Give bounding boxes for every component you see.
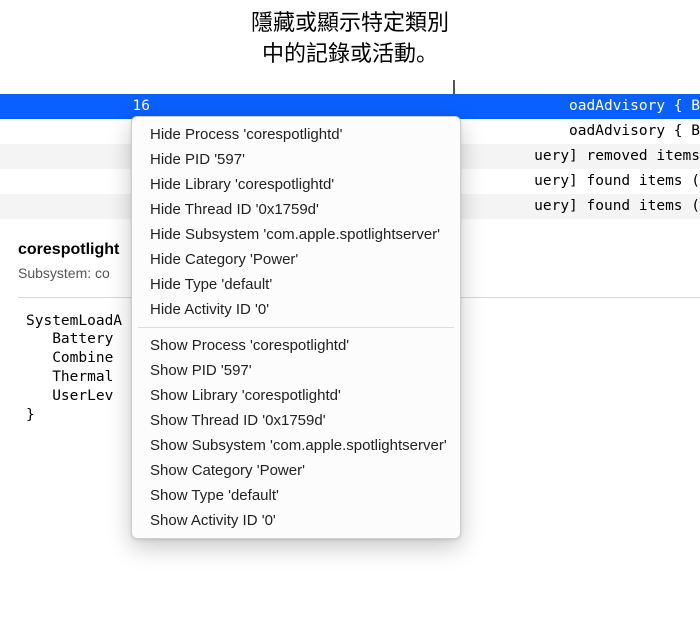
log-message-fragment: uery] removed items [524,148,700,164]
context-menu: Hide Process 'corespotlightd' Hide PID '… [131,116,461,539]
menu-show-library[interactable]: Show Library 'corespotlightd' [132,383,460,408]
annotation-line-2: 中的記錄或活動。 [262,41,438,66]
log-message-fragment: uery] found items ( [524,173,700,189]
menu-show-category[interactable]: Show Category 'Power' [132,458,460,483]
menu-hide-subsystem[interactable]: Hide Subsystem 'com.apple.spotlightserve… [132,222,460,247]
menu-hide-library[interactable]: Hide Library 'corespotlightd' [132,172,460,197]
menu-hide-process[interactable]: Hide Process 'corespotlightd' [132,122,460,147]
menu-separator [138,327,454,328]
menu-show-type[interactable]: Show Type 'default' [132,483,460,508]
menu-hide-type[interactable]: Hide Type 'default' [132,272,460,297]
menu-show-subsystem[interactable]: Show Subsystem 'com.apple.spotlightserve… [132,433,460,458]
menu-hide-category[interactable]: Hide Category 'Power' [132,247,460,272]
log-timestamp: 16 [0,98,160,114]
menu-hide-pid[interactable]: Hide PID '597' [132,147,460,172]
log-message-fragment: uery] found items ( [524,198,700,214]
menu-hide-thread-id[interactable]: Hide Thread ID '0x1759d' [132,197,460,222]
annotation-line-1: 隱藏或顯示特定類別 [251,10,449,35]
menu-show-activity-id[interactable]: Show Activity ID '0' [132,508,460,533]
annotation-caption: 隱藏或顯示特定類別 中的記錄或活動。 [0,0,700,74]
log-message-fragment: oadAdvisory { B [559,123,700,139]
menu-show-thread-id[interactable]: Show Thread ID '0x1759d' [132,408,460,433]
log-message-fragment: oadAdvisory { B [559,98,700,114]
log-row[interactable]: 16 oadAdvisory { B [0,94,700,119]
menu-hide-activity-id[interactable]: Hide Activity ID '0' [132,297,460,322]
menu-show-process[interactable]: Show Process 'corespotlightd' [132,333,460,358]
menu-show-pid[interactable]: Show PID '597' [132,358,460,383]
